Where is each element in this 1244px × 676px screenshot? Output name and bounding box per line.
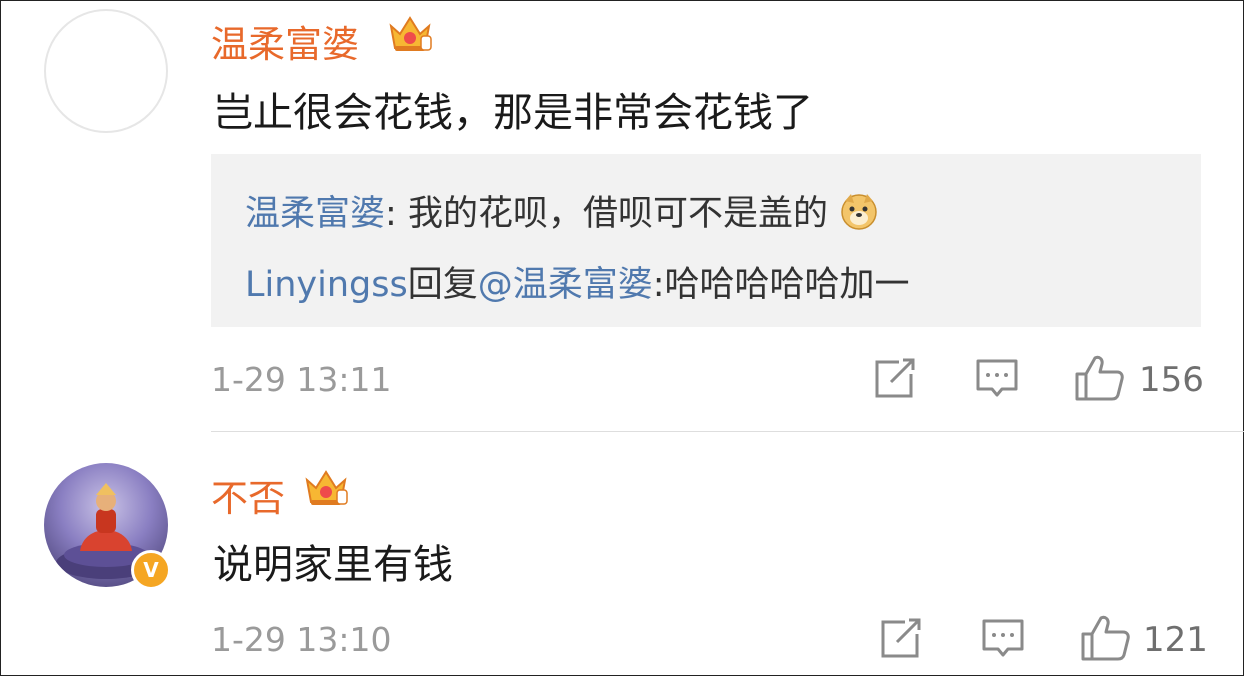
repost-icon[interactable] <box>879 618 923 660</box>
mention-link[interactable]: @温柔富婆 <box>478 265 653 305</box>
reply-text: 我的花呗，借呗可不是盖的 <box>407 194 828 234</box>
crown-icon <box>305 470 348 505</box>
reply-separator: : <box>385 194 408 234</box>
reply-text: 哈哈哈哈哈加一 <box>664 265 910 305</box>
reply-line[interactable]: 温柔富婆: 我的花呗，借呗可不是盖的 <box>245 185 879 236</box>
reply-author[interactable]: Linyingss <box>245 265 408 305</box>
timestamp: 1-29 13:11 <box>211 360 392 399</box>
like-icon[interactable] <box>1073 354 1125 402</box>
doge-emoji <box>841 194 877 230</box>
like-count: 121 <box>1143 620 1208 660</box>
comment-text: 说明家里有钱 <box>213 542 453 588</box>
reply-box[interactable]: 温柔富婆: 我的花呗，借呗可不是盖的 Linyingss回复@温柔富婆:哈哈哈哈… <box>211 154 1201 327</box>
reply-author[interactable]: 温柔富婆 <box>245 194 385 234</box>
comment-text: 岂止很会花钱，那是非常会花钱了 <box>213 90 813 136</box>
verified-icon: V <box>131 550 171 590</box>
timestamp: 1-29 13:10 <box>211 620 392 659</box>
repost-icon[interactable] <box>873 358 917 400</box>
username[interactable]: 温柔富婆 <box>211 14 359 68</box>
comment-icon[interactable] <box>981 618 1025 660</box>
reply-line[interactable]: Linyingss回复@温柔富婆:哈哈哈哈哈加一 <box>245 256 910 307</box>
comment-icon[interactable] <box>975 358 1019 400</box>
reply-separator: : <box>652 265 665 305</box>
divider <box>211 431 1244 432</box>
like-icon[interactable] <box>1079 614 1131 662</box>
reply-word: 回复 <box>407 265 478 305</box>
avatar[interactable] <box>44 9 168 133</box>
crown-icon <box>389 16 432 51</box>
username[interactable]: 不否 <box>211 468 285 522</box>
like-count: 156 <box>1139 360 1204 400</box>
